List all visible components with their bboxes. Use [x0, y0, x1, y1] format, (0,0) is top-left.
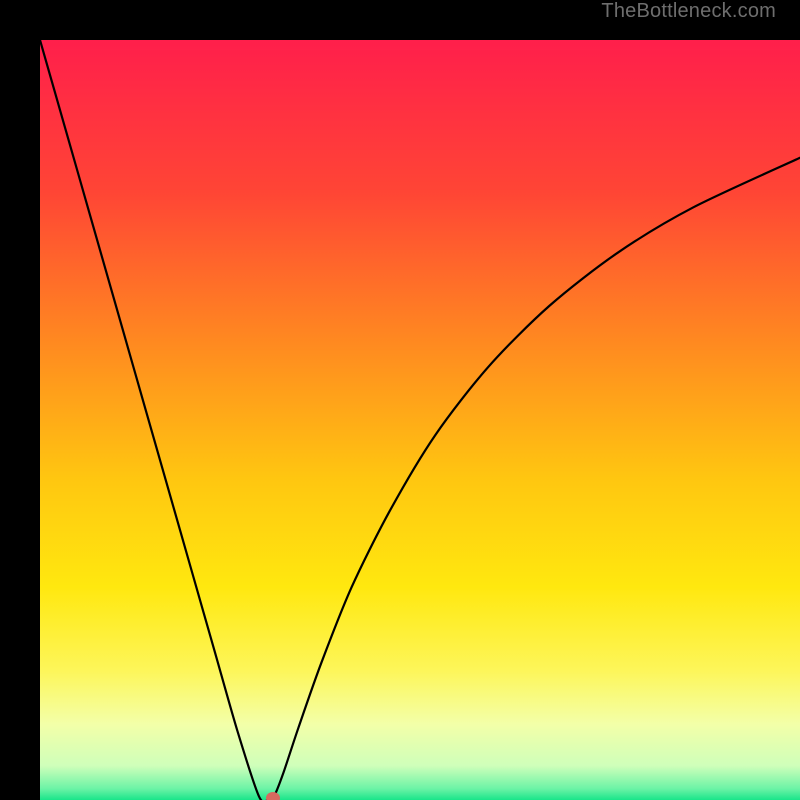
plot-area	[40, 40, 800, 800]
selected-point-marker	[266, 792, 280, 800]
bottleneck-curve	[40, 40, 800, 800]
watermark-label: TheBottleneck.com	[601, 0, 776, 23]
chart-frame	[20, 20, 780, 780]
